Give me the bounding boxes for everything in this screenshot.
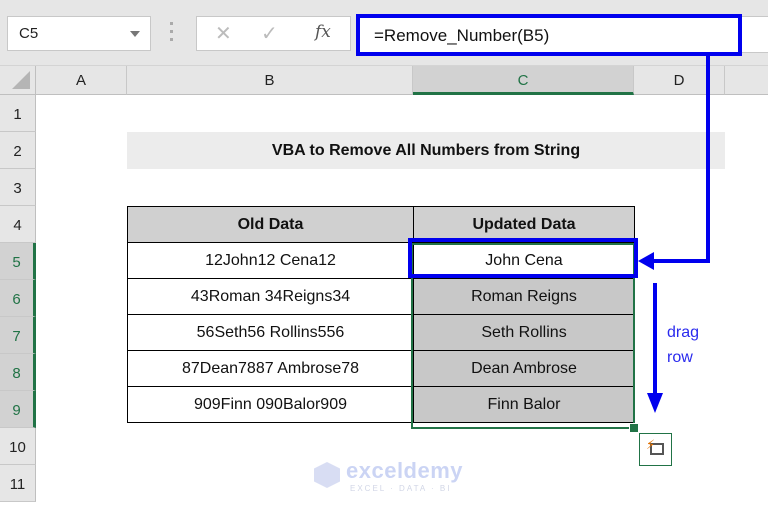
row-header-6[interactable]: 6 bbox=[0, 280, 36, 317]
column-header-c[interactable]: C bbox=[413, 66, 634, 95]
old-data-cell[interactable]: 87Dean7887 Ambrose78 bbox=[127, 350, 414, 387]
sheet-title[interactable]: VBA to Remove All Numbers from String bbox=[127, 132, 725, 169]
select-all-icon bbox=[12, 71, 30, 89]
old-data-cell[interactable]: 56Seth56 Rollins556 bbox=[127, 314, 414, 351]
row-header-4[interactable]: 4 bbox=[0, 206, 36, 243]
column-header-a[interactable]: A bbox=[36, 66, 127, 95]
formula-input[interactable]: =Remove_Number(B5) bbox=[356, 14, 742, 56]
drag-label: drag bbox=[667, 324, 700, 341]
row-header-2[interactable]: 2 bbox=[0, 132, 36, 169]
row-header-1[interactable]: 1 bbox=[0, 95, 36, 132]
formula-toolbar: C5 ✕ ✓ fx =Remove_Number(B5) bbox=[0, 0, 768, 66]
arrow-down-icon bbox=[647, 393, 663, 413]
drag-arrow-line bbox=[653, 283, 657, 395]
column-header-e[interactable] bbox=[725, 66, 768, 95]
insert-function-icon[interactable]: fx bbox=[315, 22, 331, 42]
cancel-icon[interactable]: ✕ bbox=[215, 21, 232, 46]
watermark-tagline: EXCEL · DATA · BI bbox=[350, 484, 452, 493]
formula-bar-extension[interactable] bbox=[742, 16, 768, 53]
row-header-10[interactable]: 10 bbox=[0, 428, 36, 465]
check-icon[interactable]: ✓ bbox=[261, 21, 278, 46]
row-label: row bbox=[667, 349, 693, 366]
chevron-down-icon[interactable] bbox=[130, 31, 140, 37]
drag-handle-icon[interactable] bbox=[170, 22, 174, 44]
fill-handle[interactable] bbox=[629, 423, 639, 433]
drag-annotation: drag row bbox=[667, 320, 699, 370]
row-header-7[interactable]: 7 bbox=[0, 317, 36, 354]
row-header-11[interactable]: 11 bbox=[0, 465, 36, 502]
active-cell-highlight bbox=[408, 238, 638, 278]
lightning-icon: ⚡ bbox=[646, 437, 656, 452]
column-header-b[interactable]: B bbox=[127, 66, 413, 95]
column-header-d[interactable]: D bbox=[634, 66, 725, 95]
arrow-left-icon bbox=[638, 252, 654, 270]
watermark-name: exceldemy bbox=[346, 458, 464, 483]
formula-text: =Remove_Number(B5) bbox=[374, 26, 550, 45]
row-header-5[interactable]: 5 bbox=[0, 243, 36, 280]
select-all-button[interactable] bbox=[0, 66, 36, 95]
old-data-cell[interactable]: 909Finn 090Balor909 bbox=[127, 386, 414, 423]
old-data-cell[interactable]: 12John12 Cena12 bbox=[127, 242, 414, 279]
name-box-value: C5 bbox=[19, 25, 39, 42]
row-header-8[interactable]: 8 bbox=[0, 354, 36, 391]
annotation-arrow-vertical bbox=[706, 56, 710, 263]
row-header-3[interactable]: 3 bbox=[0, 169, 36, 206]
formula-actions: ✕ ✓ fx bbox=[196, 16, 351, 51]
exceldemy-logo-icon bbox=[314, 462, 340, 488]
auto-fill-options-button[interactable]: ⚡ bbox=[639, 433, 672, 466]
name-box[interactable]: C5 bbox=[7, 16, 151, 51]
old-data-cell[interactable]: 43Roman 34Reigns34 bbox=[127, 278, 414, 315]
row-header-9[interactable]: 9 bbox=[0, 391, 36, 428]
header-old-data[interactable]: Old Data bbox=[127, 206, 414, 243]
annotation-arrow-horizontal bbox=[652, 259, 710, 263]
